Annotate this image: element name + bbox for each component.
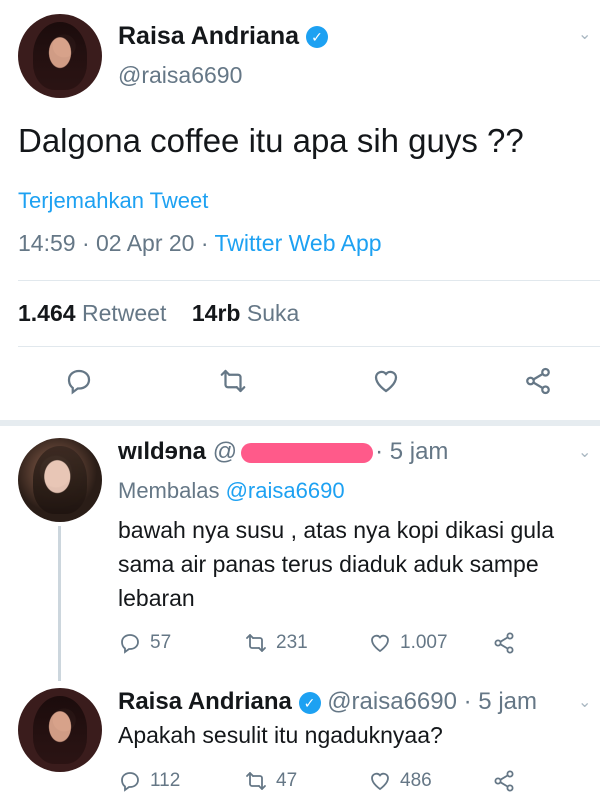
translate-tweet-link[interactable]: Terjemahkan Tweet [18,188,208,214]
tweet-stats: 1.464 Retweet 14rb Suka [18,300,299,327]
reply-icon [121,634,139,654]
section-separator [0,420,600,426]
reply-actions: 112 47 486 [118,766,558,796]
reply-header: Raisa Andriana ✓ @raisa6690 · 5 jam [118,688,537,716]
retweet-icon[interactable] [218,366,248,396]
author-name[interactable]: wıldɘna [118,438,206,465]
retweet-count-link[interactable]: 1.464 Retweet [18,300,166,326]
reply-text: bawah nya susu , atas nya kopi dikasi gu… [118,517,554,611]
retweet-button[interactable]: 231 [244,628,308,658]
chevron-down-icon[interactable]: ⌄ [578,442,591,462]
chevron-down-icon[interactable]: ⌄ [578,692,591,712]
like-heart-icon [371,772,389,791]
thread-line [58,526,61,681]
like-button[interactable]: 1.007 [368,628,448,658]
retweet-button[interactable]: 47 [244,766,297,796]
author-name[interactable]: Raisa Andriana [118,688,292,715]
redaction-mark [241,442,374,463]
share-icon[interactable] [523,366,553,396]
replying-to: Membalas @raisa6690 [118,478,345,503]
author-handle[interactable]: @raisa6690 [118,62,242,89]
tweet-timestamp[interactable]: 14:59 · 02 Apr 20 · [18,230,215,256]
reply-button[interactable]: 57 [118,628,171,658]
avatar[interactable] [18,14,102,98]
retweet-icon [246,772,266,790]
like-heart-icon [371,634,389,653]
replying-to-handle-link[interactable]: @raisa6690 [226,478,345,503]
likes-count-link[interactable]: 14rb Suka [192,300,299,326]
tweet-source-link[interactable]: Twitter Web App [215,230,382,256]
retweet-icon [246,634,266,652]
author-name[interactable]: Raisa Andriana ✓ [118,22,329,51]
reply-time[interactable]: · 5 jam [375,438,448,465]
share-icon [494,770,514,792]
reply-header: wıldɘna @ · 5 jam [118,438,448,466]
reply-actions: 57 231 1.007 [118,628,558,658]
tweet-text: Dalgona coffee itu apa sih guys ?? [18,122,524,159]
tweet-meta: 14:59 · 02 Apr 20 · Twitter Web App [18,230,382,257]
like-button[interactable]: 486 [368,766,432,796]
share-icon [494,632,514,654]
reply-icon [121,772,139,792]
like-heart-icon[interactable] [371,366,401,396]
tweet-actions [0,366,600,402]
author-handle[interactable]: @raisa6690 [327,688,457,715]
reply-icon[interactable] [64,366,94,396]
author-handle[interactable]: @ [213,438,375,465]
avatar[interactable] [18,438,102,522]
reply-time[interactable]: · 5 jam [464,688,537,715]
verified-icon: ✓ [306,26,329,49]
share-button[interactable] [492,766,516,796]
verified-icon: ✓ [298,691,321,714]
avatar[interactable] [18,688,102,772]
share-button[interactable] [492,628,516,658]
reply-text: Apakah sesulit itu ngaduknyaa? [118,722,443,748]
divider [18,346,600,347]
reply-button[interactable]: 112 [118,766,180,796]
chevron-down-icon[interactable]: ⌄ [578,24,591,44]
divider [18,280,600,281]
